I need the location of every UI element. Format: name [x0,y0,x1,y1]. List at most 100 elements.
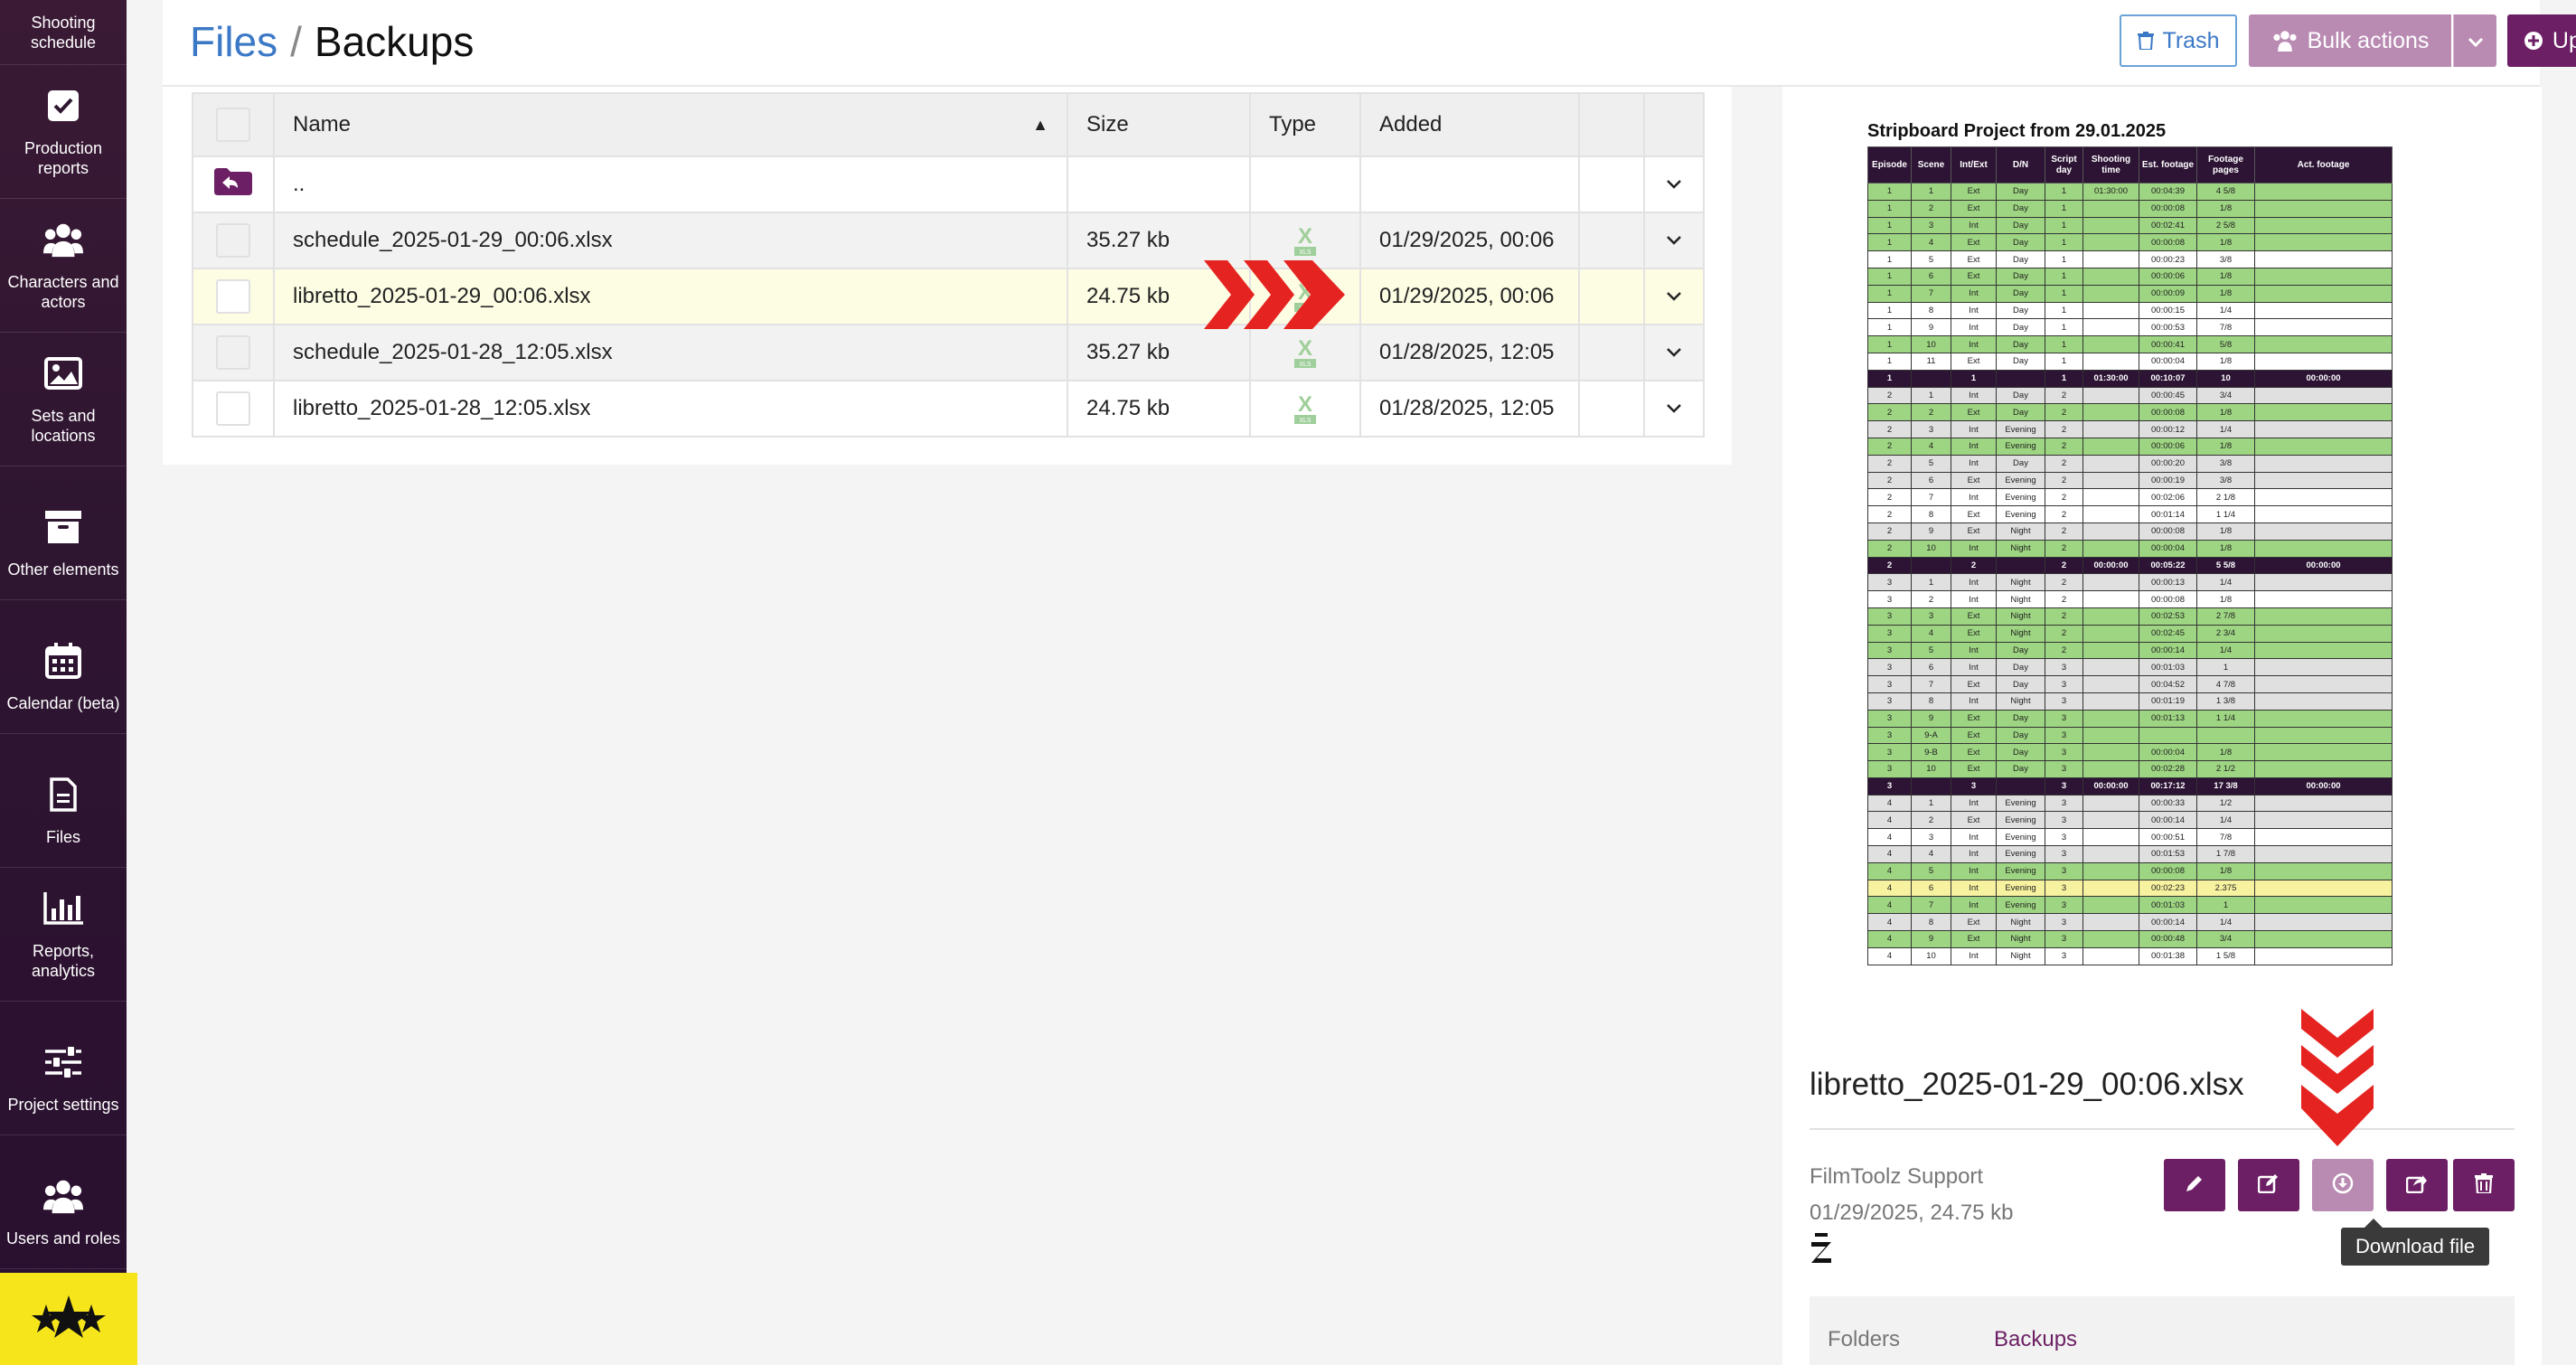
sidebar-item-other-elements[interactable]: Other elements [0,466,127,600]
row-checkbox[interactable] [216,391,250,426]
sheet-cell: 6 [1911,471,1951,490]
trash-icon [2137,32,2154,50]
sheet-row: 2 3 Int Evening 2 00:00:12 1/4 [1867,420,2393,438]
file-name-cell[interactable]: libretto_2025-01-28_12:05.xlsx [273,380,1068,438]
sheet-cell: 4 [1867,845,1912,863]
select-all-checkbox[interactable] [216,108,250,142]
column-header-size[interactable]: Size [1067,92,1251,157]
sheet-row: 2 10 Int Night 2 00:00:04 1/8 [1867,539,2393,558]
sheet-cell [2082,539,2139,558]
sheet-cell: Day [1996,318,2045,337]
sidebar-item-users[interactable]: Users and roles [0,1135,127,1269]
sheet-cell: 3 [1911,420,1951,438]
table-row[interactable]: schedule_2025-01-29_00:06.xlsx 35.27 kb … [192,212,1705,269]
sidebar-item-files[interactable]: Files [0,734,127,868]
sheet-cell: 1 [1911,794,1951,813]
sheet-cell: 1 [1867,352,1912,371]
upload-file-button[interactable]: Upload file [2507,14,2576,67]
breadcrumb-files-link[interactable]: Files [190,18,277,65]
delete-button[interactable] [2453,1159,2515,1211]
sheet-cell [2254,930,2393,948]
sheet-cell: 4 [1911,437,1951,456]
download-file-button[interactable] [2312,1159,2374,1211]
sheet-cell: Ext [1951,913,1997,932]
sheet-cell [2082,946,2139,965]
row-checkbox[interactable] [216,335,250,370]
sheet-cell: 00:00:00 [2254,369,2393,388]
sheet-cell: 5 [1911,861,1951,880]
folder-back-icon[interactable] [214,167,252,201]
sidebar-item-sets[interactable]: Sets and locations [0,333,127,466]
chevron-down-icon[interactable] [1663,235,1685,246]
sheet-cell: 2 [2045,488,2083,507]
sheet-cell [2082,930,2139,948]
sheet-cell: Ext [1951,760,1997,778]
sheet-cell: 1 [2045,335,2083,353]
sheet-cell: 2 [1867,386,1912,405]
sheet-cell: 3 [2045,777,2083,795]
rename-button[interactable] [2164,1159,2225,1211]
edit-button[interactable] [2238,1159,2299,1211]
sidebar-item-production-reports[interactable]: Production reports [0,65,127,199]
column-header-name[interactable]: Name ▲ [273,92,1068,157]
table-row[interactable]: libretto_2025-01-28_12:05.xlsx 24.75 kb … [192,380,1705,438]
excel-file-icon: XXLS [1269,391,1341,426]
sheet-row: 3 3 Ext Night 2 00:02:53 2 7/8 [1867,607,2393,626]
sheet-cell: 2 [1911,403,1951,422]
row-menu-cell [1643,155,1705,213]
parent-folder-name[interactable]: .. [273,155,1068,213]
sheet-cell: 4 [1867,794,1912,813]
users-icon [43,1176,83,1216]
sheet-cell [2254,675,2393,693]
sheet-cell [2082,284,2139,303]
sheet-cell [2254,284,2393,303]
bulk-actions-dropdown-toggle[interactable] [2453,14,2496,67]
bulk-actions-label: Bulk actions [2307,27,2430,53]
table-row[interactable]: schedule_2025-01-28_12:05.xlsx 35.27 kb … [192,324,1705,381]
sheet-cell: Ext [1951,607,1997,626]
sheet-row: 1 5 Ext Day 1 00:00:23 3/8 [1867,250,2393,268]
trash-label: Trash [2162,27,2220,53]
column-header-type[interactable]: Type [1249,92,1361,157]
sheet-cell: Night [1996,607,2045,626]
row-checkbox[interactable] [216,279,250,314]
page-header: Files / Backups Trash Bulk actions Upload … [163,0,2576,87]
sheet-cell [2254,607,2393,626]
sheet-cell: 1/8 [2196,284,2255,303]
table-row-parent-folder[interactable]: .. [192,155,1705,213]
chevron-down-icon[interactable] [1663,179,1685,190]
sheet-cell: Day [1996,250,2045,268]
sheet-cell: 3 [1867,709,1912,728]
file-name-cell[interactable]: schedule_2025-01-28_12:05.xlsx [273,324,1068,381]
excel-file-icon: XXLS [1269,335,1341,370]
sidebar-item-project-settings[interactable]: Project settings [0,1002,127,1135]
row-checkbox[interactable] [216,223,250,258]
column-header-added[interactable]: Added [1359,92,1580,157]
sidebar-item-calendar[interactable]: Calendar (beta) [0,600,127,734]
sheet-cell [2254,199,2393,218]
sheet-cell [2254,335,2393,353]
file-name-cell[interactable]: libretto_2025-01-29_00:06.xlsx [273,268,1068,325]
sheet-cell: 4 [1867,828,1912,847]
share-button[interactable] [2386,1159,2448,1211]
sidebar-item-characters[interactable]: Characters and actors [0,199,127,333]
sidebar-item-reports[interactable]: Reports, analytics [0,868,127,1002]
sheet-cell: 00:00:09 [2139,284,2197,303]
table-row-selected[interactable]: libretto_2025-01-29_00:06.xlsx 24.75 kb … [192,268,1705,325]
sheet-row: 1 8 Int Day 1 00:00:15 1/4 [1867,301,2393,320]
stars-badge[interactable] [0,1273,137,1365]
sheet-cell: 1/8 [2196,861,2255,880]
chevron-down-icon[interactable] [1663,347,1685,358]
sheet-cell: Day [1996,641,2045,660]
chevron-down-icon[interactable] [1663,403,1685,414]
sidebar-item-shooting-schedule[interactable]: Shooting schedule [0,0,127,65]
trash-button[interactable]: Trash [2120,14,2237,67]
sheet-cell: 7 [1911,675,1951,693]
file-name-cell[interactable]: schedule_2025-01-29_00:06.xlsx [273,212,1068,269]
sheet-cell [2082,590,2139,608]
chevron-down-icon[interactable] [1663,291,1685,302]
sheet-cell: 3 [1867,590,1912,608]
bulk-actions-button[interactable]: Bulk actions [2249,14,2451,67]
sheet-cell: 00:00:04 [2139,539,2197,558]
folders-value-link[interactable]: Backups [1994,1327,2077,1352]
